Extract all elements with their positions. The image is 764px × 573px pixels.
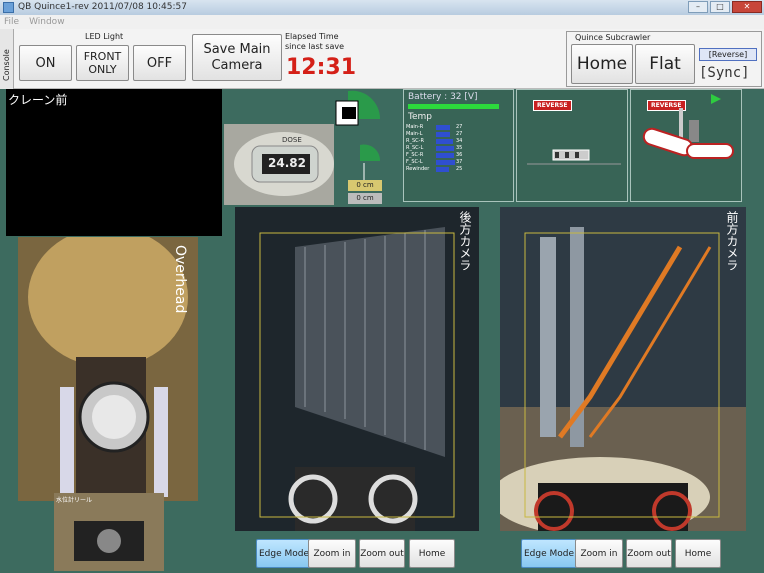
reel-camera-view: 水位計リール [54, 493, 164, 571]
dose-meter-camera: 24.82 DOSE [224, 124, 334, 205]
temp-name: F_SC-L [406, 159, 423, 165]
rear-edge-mode-button[interactable]: Edge Mode [256, 539, 312, 568]
crane-camera-label: クレーン前 [8, 93, 68, 107]
temp-bar [436, 153, 454, 158]
led-front-only-button[interactable]: FRONT ONLY [76, 45, 129, 81]
main-crawler-diagram [527, 149, 621, 165]
front-home-button[interactable]: Home [675, 539, 721, 568]
reel-camera-label: 水位計リール [56, 497, 93, 504]
temp-name: Rewinder [406, 166, 430, 172]
front-camera-image [500, 207, 746, 531]
subcrawler-flat-button[interactable]: Flat [635, 44, 695, 84]
dose-reading: 24.82 [268, 156, 306, 170]
temp-name: R_SC-R [406, 138, 424, 144]
temp-value: 36 [456, 152, 463, 158]
rear-zoom-in-button[interactable]: Zoom in [308, 539, 356, 568]
distance-top: 0 cm [348, 180, 382, 191]
led-on-button[interactable]: ON [19, 45, 72, 81]
dose-brand: DOSE [282, 136, 302, 144]
menu-file[interactable]: File [4, 15, 19, 29]
temp-label: Temp [408, 112, 432, 122]
maximize-icon[interactable]: □ [710, 1, 730, 13]
window-title: QB Quince1-rev 2011/07/08 10:45:57 [18, 2, 187, 12]
elapsed-time: 12:31 [286, 55, 357, 80]
front-camera-label: 前方カメラ [725, 211, 739, 271]
battery-bar [408, 104, 499, 109]
menu-bar: File Window [0, 15, 764, 29]
menu-window[interactable]: Window [29, 15, 65, 29]
battery-label: Battery : 32 [V] [408, 92, 478, 102]
temp-row: F_SC-R 36 [404, 152, 504, 159]
temp-bar [436, 160, 455, 165]
subcrawler-home-button[interactable]: Home [571, 44, 633, 84]
front-zoom-in-button[interactable]: Zoom in [575, 539, 623, 568]
temp-row: Main-L 27 [404, 131, 504, 138]
subcrawler-group: Quince Subcrawler Home Flat [Reverse] [S… [566, 31, 762, 87]
temp-name: R_SC-L [406, 145, 424, 151]
overhead-camera-image [18, 237, 198, 501]
reel-camera-image [54, 493, 164, 571]
temp-row: F_SC-L 37 [404, 159, 504, 166]
main-crawler-pose-panel: REVERSE [516, 89, 628, 202]
temp-value: 35 [456, 145, 463, 151]
rear-home-button[interactable]: Home [409, 539, 455, 568]
temp-name: Main-L [406, 131, 423, 137]
rear-camera-view: 後方カメラ [235, 207, 479, 531]
battery-temp-panel: Battery : 32 [V] Temp Main-R 27 Main-L 27 R_… [403, 89, 514, 202]
reverse-toggle[interactable]: [Reverse] [699, 48, 757, 61]
front-camera-view: 前方カメラ [500, 207, 746, 531]
led-light-label: LED Light [85, 32, 124, 41]
elapsed-label: Elapsed Time since last save [285, 32, 345, 51]
window-controls: – □ ✕ [688, 1, 762, 13]
overhead-label: Overhead [172, 245, 188, 314]
distance-indicator: 0 cm 0 cm [334, 89, 382, 207]
temp-bar [436, 132, 450, 137]
minimize-icon[interactable]: – [688, 1, 708, 13]
distance-bottom: 0 cm [348, 193, 382, 204]
overhead-camera-view: Overhead [18, 237, 198, 501]
temp-row: R_SC-R 34 [404, 138, 504, 145]
temp-value: 37 [456, 159, 463, 165]
temp-row: Main-R 27 [404, 124, 504, 131]
rear-camera-image [235, 207, 479, 531]
temp-bar [436, 146, 454, 151]
sync-indicator[interactable]: [Sync] [699, 65, 750, 81]
led-off-button[interactable]: OFF [133, 45, 186, 81]
temp-name: F_SC-R [406, 152, 424, 158]
temp-value: 27 [456, 131, 463, 137]
temp-bar [436, 167, 449, 172]
temp-value: 27 [456, 124, 463, 130]
temp-bar [436, 125, 450, 130]
close-icon[interactable]: ✕ [732, 1, 762, 13]
title-bar: QB Quince1-rev 2011/07/08 10:45:57 – □ ✕ [0, 0, 764, 15]
temp-value: 34 [456, 138, 463, 144]
app-icon [3, 2, 14, 13]
temp-row: Rewinder 25 [404, 166, 504, 173]
temp-bar [436, 139, 453, 144]
temp-value: 25 [456, 166, 463, 172]
save-main-camera-button[interactable]: Save Main Camera [192, 34, 282, 81]
crane-camera-view: クレーン前 [6, 89, 222, 236]
temp-name: Main-R [406, 124, 424, 130]
temp-row: R_SC-L 35 [404, 145, 504, 152]
console-tab[interactable]: Console [0, 29, 14, 89]
subcrawler-diagram [642, 94, 734, 159]
front-edge-mode-button[interactable]: Edge Mode [521, 539, 577, 568]
control-toolbar: Console LED Light ON FRONT ONLY OFF Save… [0, 29, 764, 89]
rear-zoom-out-button[interactable]: Zoom out [359, 539, 405, 568]
subcrawler-pose-panel: REVERSE [630, 89, 742, 202]
rear-camera-label: 後方カメラ [458, 211, 472, 271]
front-zoom-out-button[interactable]: Zoom out [626, 539, 672, 568]
